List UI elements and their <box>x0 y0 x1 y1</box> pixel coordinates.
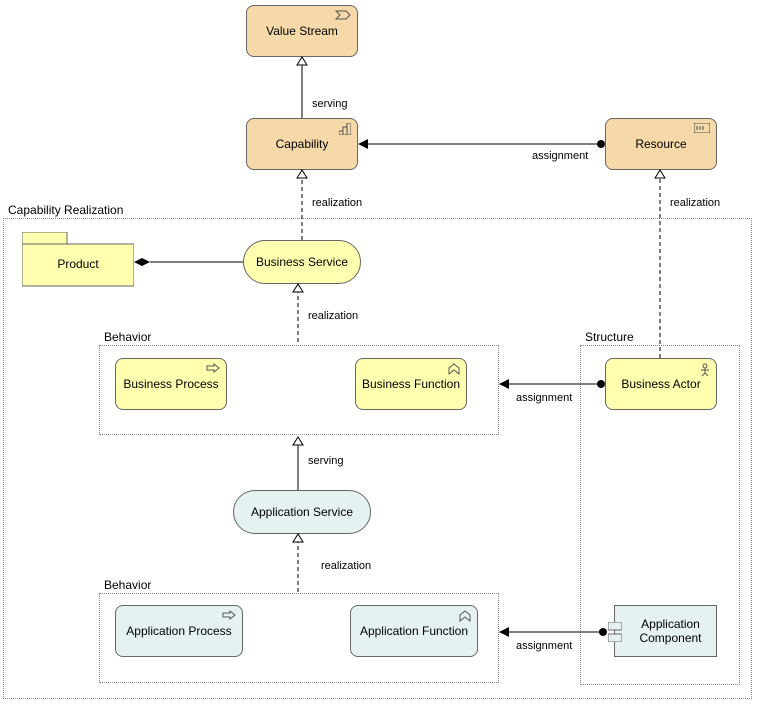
group-label-structure: Structure <box>583 330 636 344</box>
label-assignment-3: assignment <box>516 640 572 652</box>
process-arrow-icon <box>206 363 220 373</box>
node-resource[interactable]: Resource <box>605 118 717 170</box>
node-capability[interactable]: Capability <box>246 118 358 170</box>
node-value-stream-label: Value Stream <box>266 24 338 38</box>
label-realization-2: realization <box>308 310 358 322</box>
node-business-service-label: Business Service <box>256 255 348 269</box>
node-business-actor[interactable]: Business Actor <box>605 358 717 410</box>
node-business-function-label: Business Function <box>362 377 460 391</box>
label-realization-3: realization <box>321 560 371 572</box>
group-label-capability-realization: Capability Realization <box>6 203 125 217</box>
node-business-function[interactable]: Business Function <box>355 358 467 410</box>
node-application-function[interactable]: Application Function <box>350 605 478 657</box>
node-resource-label: Resource <box>635 137 686 151</box>
actor-icon <box>700 363 710 377</box>
node-application-function-label: Application Function <box>360 624 468 638</box>
component-icon <box>608 622 622 642</box>
node-application-service[interactable]: Application Service <box>233 490 371 534</box>
node-capability-label: Capability <box>276 137 329 151</box>
node-product[interactable]: Product <box>22 232 134 290</box>
node-application-process-label: Application Process <box>126 624 231 638</box>
node-product-label: Product <box>57 257 99 271</box>
edge-serving-1 <box>302 57 312 118</box>
value-stream-icon <box>335 10 351 20</box>
node-business-service[interactable]: Business Service <box>243 240 361 284</box>
node-business-process-label: Business Process <box>123 377 218 391</box>
node-application-component[interactable]: Application Component <box>614 605 717 657</box>
function-icon <box>448 363 460 375</box>
label-serving-2: serving <box>308 455 343 467</box>
node-business-process[interactable]: Business Process <box>115 358 227 410</box>
resource-icon <box>694 123 710 133</box>
process-arrow-icon <box>222 610 236 620</box>
node-application-process[interactable]: Application Process <box>115 605 243 657</box>
label-assignment-1: assignment <box>532 150 588 162</box>
function-icon <box>459 610 471 622</box>
label-serving-1: serving <box>312 98 347 110</box>
node-value-stream[interactable]: Value Stream <box>246 5 358 57</box>
label-realization-1: realization <box>312 197 362 209</box>
node-business-actor-label: Business Actor <box>621 377 700 391</box>
group-label-behavior-2: Behavior <box>102 578 153 592</box>
label-realization-4: realization <box>670 197 720 209</box>
capability-icon <box>339 123 351 135</box>
edge-assignment-1 <box>358 140 605 150</box>
group-label-behavior-1: Behavior <box>102 330 153 344</box>
node-application-component-label: Application Component <box>625 617 716 645</box>
label-assignment-2: assignment <box>516 392 572 404</box>
node-application-service-label: Application Service <box>251 505 353 519</box>
